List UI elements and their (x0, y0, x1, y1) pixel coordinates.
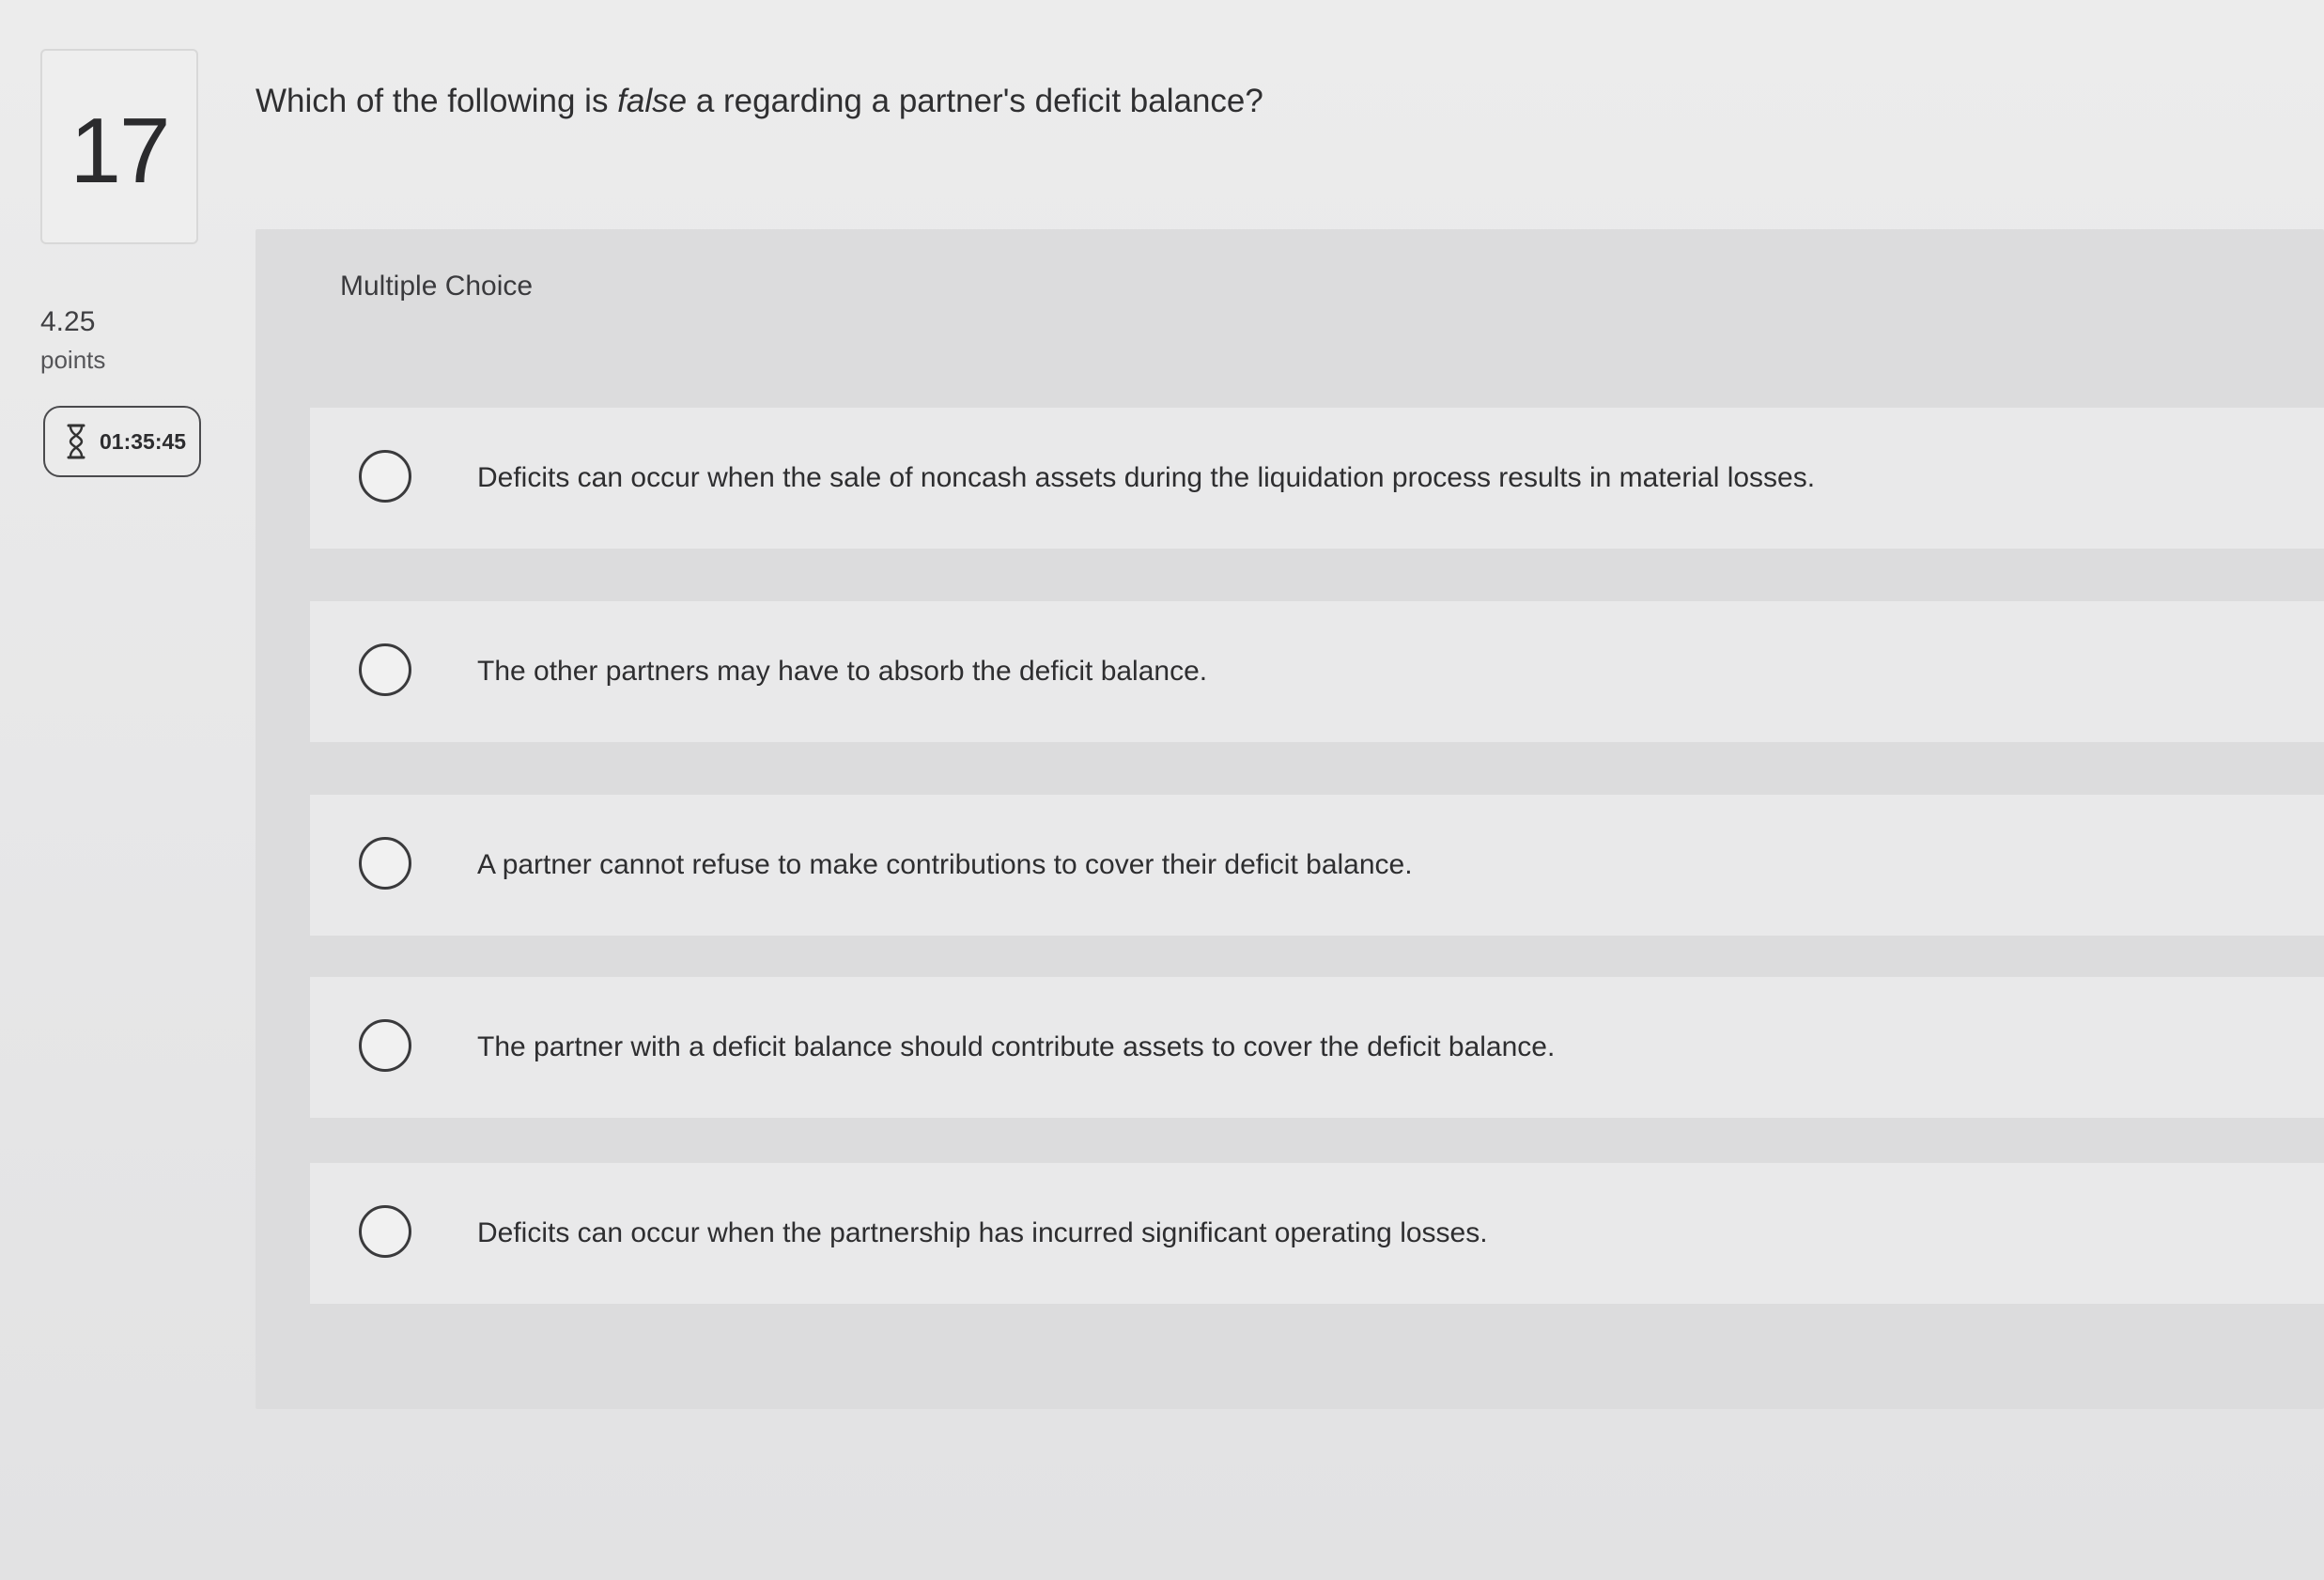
question-number-box: 17 (40, 49, 198, 244)
choice-label[interactable]: A partner cannot refuse to make contribu… (477, 849, 1413, 881)
choice-label[interactable]: The other partners may have to absorb th… (477, 656, 1207, 688)
choice-option[interactable]: Deficits can occur when the sale of nonc… (310, 408, 2324, 549)
choice-option[interactable]: A partner cannot refuse to make contribu… (310, 795, 2324, 936)
choice-option[interactable]: The partner with a deficit balance shoul… (310, 977, 2324, 1118)
radio-button[interactable] (359, 1205, 411, 1258)
choice-label[interactable]: Deficits can occur when the sale of nonc… (477, 462, 1815, 494)
choice-label[interactable]: The partner with a deficit balance shoul… (477, 1031, 1555, 1063)
question-number: 17 (70, 98, 170, 202)
radio-button[interactable] (359, 450, 411, 503)
choice-option[interactable]: Deficits can occur when the partnership … (310, 1163, 2324, 1304)
choice-option[interactable]: The other partners may have to absorb th… (310, 601, 2324, 742)
points-value: 4.25 (40, 306, 96, 337)
radio-button[interactable] (359, 643, 411, 696)
choice-label[interactable]: Deficits can occur when the partnership … (477, 1217, 1488, 1249)
points-label: points (40, 346, 106, 374)
timer-text: 01:35:45 (100, 428, 187, 454)
radio-button[interactable] (359, 837, 411, 890)
question-text-end: a regarding a partner's deficit balance? (687, 83, 1263, 119)
radio-button[interactable] (359, 1019, 411, 1072)
question-emphasis: false (617, 83, 688, 119)
hourglass-icon (66, 424, 86, 459)
question-text: Which of the following is false a regard… (256, 83, 1263, 120)
question-text-start: Which of the following is (256, 83, 618, 119)
question-type-label: Multiple Choice (340, 271, 534, 302)
timer-badge[interactable]: 01:35:45 (43, 406, 201, 477)
